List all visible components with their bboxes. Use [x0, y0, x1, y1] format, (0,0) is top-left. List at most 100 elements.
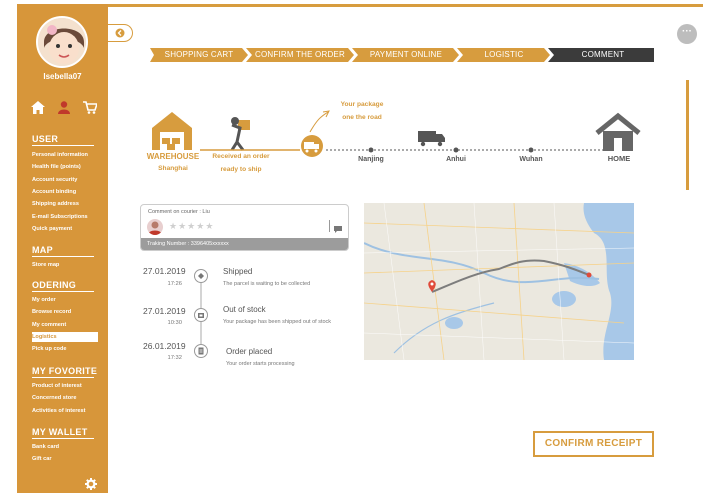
timeline-date-3: 26.01.2019	[143, 341, 186, 351]
star-icon[interactable]: ★	[178, 222, 186, 231]
warehouse-title: WAREHOUSE	[146, 152, 200, 161]
timeline-date-1: 27.01.2019	[143, 266, 186, 276]
sidebar-item-browse-record[interactable]: Browse record	[32, 307, 108, 317]
app-frame: Isebella07 USER Personal information Healt…	[0, 0, 703, 493]
star-icon[interactable]: ★	[187, 222, 195, 231]
step-logistic[interactable]: LOGISTIC	[461, 48, 547, 62]
confirm-receipt-button[interactable]: CONFIRM RECEIPT	[533, 431, 654, 457]
sidebar-section-user: USER	[32, 134, 94, 146]
sidebar-item-logistics[interactable]: Logistics	[32, 331, 98, 342]
step-confirm-order[interactable]: CONFIRM THE ORDER	[250, 48, 350, 62]
sidebar-item-shipping-address[interactable]: Shipping address	[32, 199, 108, 209]
back-button[interactable]	[108, 24, 133, 42]
avatar-image	[38, 18, 86, 66]
nanjing-dot	[368, 147, 374, 153]
sidebar-section-title: MAP	[32, 245, 53, 255]
timeline-date-2: 27.01.2019	[143, 306, 186, 316]
map-image	[364, 203, 634, 360]
order-document-icon	[194, 344, 208, 358]
warehouse-city: Shanghai	[158, 165, 188, 172]
sidebar-section-title: MY FOVORITE	[32, 366, 98, 376]
star-rating[interactable]: ★ ★ ★ ★ ★	[169, 222, 213, 231]
star-icon[interactable]: ★	[205, 222, 213, 231]
courier-comment-card: Comment on courier : Liu ★ ★ ★ ★ ★ Traking N…	[140, 204, 349, 251]
sidebar-item-bank-card[interactable]: Bank card	[32, 442, 108, 452]
sidebar-item-store-map[interactable]: Store map	[32, 260, 108, 270]
courier-avatar	[147, 219, 163, 235]
anhui-dot	[453, 147, 459, 153]
username: Isebella07	[43, 72, 82, 81]
package-status-line1: Your package	[340, 101, 384, 108]
sidebar-section-my-wallet: MY WALLET	[32, 427, 94, 439]
out-of-stock-icon	[194, 308, 208, 322]
timeline-desc-3: Your order starts processing	[226, 361, 295, 367]
user-icon[interactable]	[58, 101, 70, 119]
section-divider	[32, 291, 94, 292]
sidebar-section-title: ODERING	[32, 280, 77, 290]
section-divider	[32, 377, 94, 378]
package-status-line2: one the road	[342, 114, 382, 121]
sidebar-item-gift-car[interactable]: Gift car	[32, 454, 108, 464]
city-wuhan: Wuhan	[519, 156, 543, 163]
chat-bubble-icon[interactable]	[333, 221, 343, 239]
sidebar-item-activities-of-interest[interactable]: Activities of interest	[32, 406, 108, 416]
section-divider	[32, 438, 94, 439]
route-map[interactable]	[364, 203, 634, 360]
timeline-title-1: Shipped	[223, 267, 253, 276]
courier-comment-title: Comment on courier : Liu	[148, 209, 210, 215]
timeline-title-3: Order placed	[226, 347, 273, 356]
home-label: HOME	[607, 154, 631, 163]
sidebar-item-concerned-store[interactable]: Concerned store	[32, 393, 108, 403]
sidebar: Isebella07 USER Personal information Healt…	[17, 4, 108, 493]
city-nanjing: Nanjing	[358, 156, 384, 163]
step-shopping-cart[interactable]: SHOPPING CART	[154, 48, 244, 62]
sidebar-section-map: MAP	[32, 245, 94, 257]
timeline-time-1: 17:26	[167, 281, 182, 287]
small-truck-icon	[418, 131, 445, 147]
timeline-title-2: Out of stock	[223, 305, 266, 314]
warehouse-icon	[152, 112, 192, 150]
gear-icon[interactable]	[85, 477, 97, 490]
sidebar-item-personal-information[interactable]: Personal information	[32, 150, 108, 160]
sidebar-item-health-file-points[interactable]: Health file (points)	[32, 162, 108, 172]
timeline-desc-1: The parcel is waiting to be collected	[223, 281, 311, 287]
star-icon[interactable]: ★	[196, 222, 204, 231]
sidebar-item-quick-payment[interactable]: Quick payment	[32, 224, 108, 234]
timeline-time-2: 10:30	[167, 320, 182, 326]
sidebar-section-title: USER	[32, 134, 59, 144]
courier-carrying-box-icon	[230, 117, 250, 151]
section-divider	[32, 145, 94, 146]
sidebar-item-account-binding[interactable]: Account binding	[32, 187, 108, 197]
step-payment-online[interactable]: PAYMENT ONLINE	[356, 48, 456, 62]
sidebar-section-title: MY WALLET	[32, 427, 88, 437]
sidebar-section-my-fovorite: MY FOVORITE	[32, 366, 97, 378]
section-divider	[32, 256, 94, 257]
home-destination-icon	[595, 112, 641, 151]
sidebar-section-odering: ODERING	[32, 280, 94, 292]
step-comment[interactable]: COMMENT	[552, 48, 654, 62]
avatar[interactable]	[36, 16, 88, 68]
more-options-button[interactable]: ···	[677, 24, 697, 44]
scrollbar[interactable]	[686, 80, 689, 190]
cart-icon[interactable]	[83, 101, 99, 119]
timeline-time-3: 17:32	[167, 355, 182, 361]
home-icon[interactable]	[31, 101, 45, 119]
shipped-icon	[194, 269, 208, 283]
sidebar-item-my-comment[interactable]: My comment	[32, 320, 108, 330]
city-anhui: Anhui	[446, 156, 466, 163]
order-steps: SHOPPING CART CONFIRM THE ORDER PAYMENT …	[150, 48, 654, 62]
divider	[329, 220, 330, 232]
back-arrow-icon	[115, 28, 125, 38]
sidebar-item-my-order[interactable]: My order	[32, 295, 108, 305]
sidebar-item-product-of-interest[interactable]: Product of interest	[32, 381, 108, 391]
sidebar-item-pick-up-code[interactable]: Pick up code	[32, 344, 108, 354]
timeline-desc-2: Your package has been shipped out of sto…	[223, 319, 332, 325]
star-icon[interactable]: ★	[169, 222, 177, 231]
wuhan-dot	[528, 147, 534, 153]
quick-actions	[31, 101, 99, 119]
received-order-line2: ready to ship	[220, 166, 262, 173]
sidebar-item-account-security[interactable]: Account security	[32, 175, 108, 185]
tracking-number: Traking Number : 3396405xxxxxx	[141, 238, 348, 250]
sidebar-item-e-mail-subscriptions[interactable]: E-mail Subscriptions	[32, 212, 108, 222]
top-accent-line	[108, 4, 703, 7]
